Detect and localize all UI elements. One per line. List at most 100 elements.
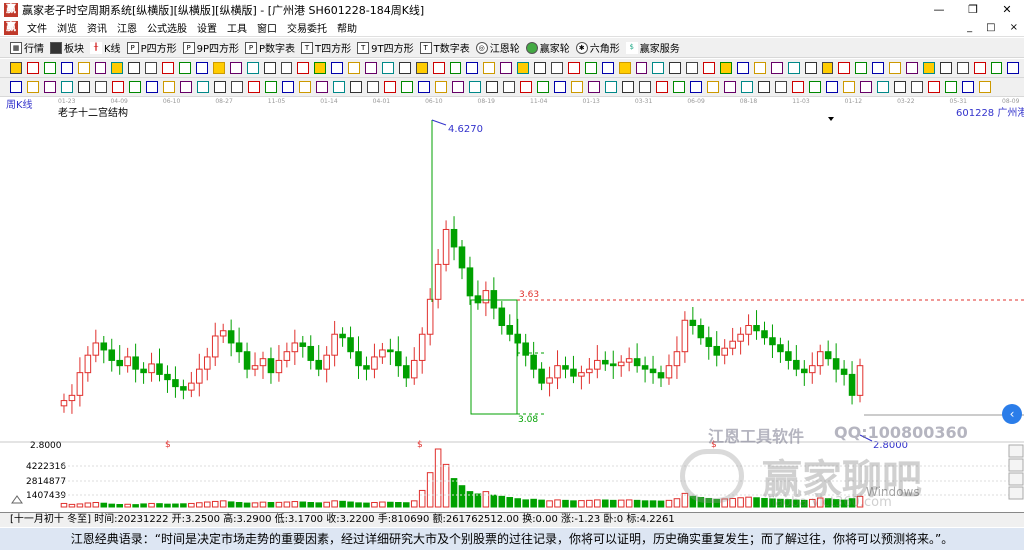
tb-sectors[interactable]: 板块 [50,40,84,55]
menu-window[interactable]: 窗口 [252,20,282,35]
analysis-tool-icon[interactable] [520,81,532,93]
zoom-button-4[interactable] [1008,486,1024,500]
draw-tool-icon[interactable] [280,62,293,74]
draw-tool-icon[interactable] [753,62,766,74]
draw-tool-icon[interactable] [635,62,648,74]
draw-tool-icon[interactable] [855,62,868,74]
draw-tool-icon[interactable] [432,62,445,74]
analysis-tool-icon[interactable] [95,81,107,93]
analysis-tool-icon[interactable] [758,81,770,93]
draw-tool-icon[interactable] [821,62,834,74]
menu-trade[interactable]: 交易委托 [282,20,332,35]
draw-tool-icon[interactable] [314,62,327,74]
draw-tool-icon[interactable] [804,62,817,74]
draw-tool-icon[interactable] [111,62,124,74]
draw-tool-icon[interactable] [94,62,107,74]
analysis-tool-icon[interactable] [418,81,430,93]
draw-tool-icon[interactable] [77,62,90,74]
draw-tool-icon[interactable] [331,62,344,74]
tb-9p-square[interactable]: P 9P四方形 [182,40,239,55]
tb-winner-wheel[interactable]: 赢家轮 [525,40,570,55]
analysis-tool-icon[interactable] [197,81,209,93]
draw-tool-icon[interactable] [939,62,952,74]
draw-tool-icon[interactable] [736,62,749,74]
draw-tool-icon[interactable] [601,62,614,74]
analysis-tool-icon[interactable] [792,81,804,93]
analysis-tool-icon[interactable] [265,81,277,93]
draw-tool-icon[interactable] [956,62,969,74]
tb-9t-square[interactable]: T 9T四方形 [357,40,414,55]
analysis-tool-icon[interactable] [537,81,549,93]
draw-tool-icon[interactable] [162,62,175,74]
analysis-tool-icon[interactable] [503,81,515,93]
analysis-tool-icon[interactable] [979,81,991,93]
analysis-tool-icon[interactable] [571,81,583,93]
analysis-tool-icon[interactable] [299,81,311,93]
mdi-close-button[interactable]: × [1010,19,1018,37]
analysis-tool-icon[interactable] [180,81,192,93]
draw-tool-icon[interactable] [145,62,158,74]
menu-tools[interactable]: 工具 [222,20,252,35]
draw-tool-icon[interactable] [1007,62,1020,74]
draw-tool-icon[interactable] [990,62,1003,74]
analysis-tool-icon[interactable] [27,81,39,93]
analysis-tool-icon[interactable] [248,81,260,93]
menu-file[interactable]: 文件 [22,20,52,35]
menu-gann[interactable]: 江恩 [112,20,142,35]
close-button[interactable]: ✕ [990,0,1024,19]
analysis-tool-icon[interactable] [690,81,702,93]
analysis-tool-icon[interactable] [775,81,787,93]
draw-tool-icon[interactable] [618,62,631,74]
analysis-tool-icon[interactable] [554,81,566,93]
analysis-tool-icon[interactable] [10,81,22,93]
analysis-tool-icon[interactable] [129,81,141,93]
tb-service[interactable]: $ 赢家服务 [625,40,680,55]
analysis-tool-icon[interactable] [435,81,447,93]
dropdown-arrow-icon[interactable] [828,117,834,121]
analysis-tool-icon[interactable] [333,81,345,93]
draw-tool-icon[interactable] [128,62,141,74]
analysis-tool-icon[interactable] [78,81,90,93]
draw-tool-icon[interactable] [195,62,208,74]
draw-tool-icon[interactable] [669,62,682,74]
analysis-tool-icon[interactable] [231,81,243,93]
analysis-tool-icon[interactable] [214,81,226,93]
draw-tool-icon[interactable] [703,62,716,74]
draw-tool-icon[interactable] [43,62,56,74]
menu-formula[interactable]: 公式选股 [142,20,192,35]
zoom-button-3[interactable] [1008,472,1024,486]
menu-info[interactable]: 资讯 [82,20,112,35]
tb-p-square[interactable]: P P四方形 [126,40,177,55]
analysis-tool-icon[interactable] [639,81,651,93]
analysis-tool-icon[interactable] [350,81,362,93]
draw-tool-icon[interactable] [973,62,986,74]
draw-tool-icon[interactable] [584,62,597,74]
mdi-restore-button[interactable]: □ [986,19,995,37]
analysis-tool-icon[interactable] [486,81,498,93]
analysis-tool-icon[interactable] [469,81,481,93]
tb-hexagon[interactable]: ✱ 六角形 [575,40,620,55]
draw-tool-icon[interactable] [652,62,665,74]
minimize-button[interactable]: — [922,0,956,19]
restore-button[interactable]: ❐ [956,0,990,19]
analysis-tool-icon[interactable] [860,81,872,93]
zoom-button-2[interactable] [1008,458,1024,472]
draw-tool-icon[interactable] [838,62,851,74]
draw-tool-icon[interactable] [889,62,902,74]
draw-tool-icon[interactable] [415,62,428,74]
analysis-tool-icon[interactable] [401,81,413,93]
analysis-tool-icon[interactable] [928,81,940,93]
draw-tool-icon[interactable] [906,62,918,74]
analysis-tool-icon[interactable] [112,81,124,93]
tb-gann-wheel[interactable]: ◎ 江恩轮 [475,40,520,55]
menu-browse[interactable]: 浏览 [52,20,82,35]
analysis-tool-icon[interactable] [622,81,634,93]
draw-tool-icon[interactable] [246,62,259,74]
zoom-button-1[interactable] [1008,444,1024,458]
draw-tool-icon[interactable] [466,62,479,74]
analysis-tool-icon[interactable] [146,81,158,93]
draw-tool-icon[interactable] [26,62,39,74]
draw-tool-icon[interactable] [229,62,242,74]
tb-kline[interactable]: ╫ K线 [90,40,121,55]
draw-tool-icon[interactable] [500,62,513,74]
